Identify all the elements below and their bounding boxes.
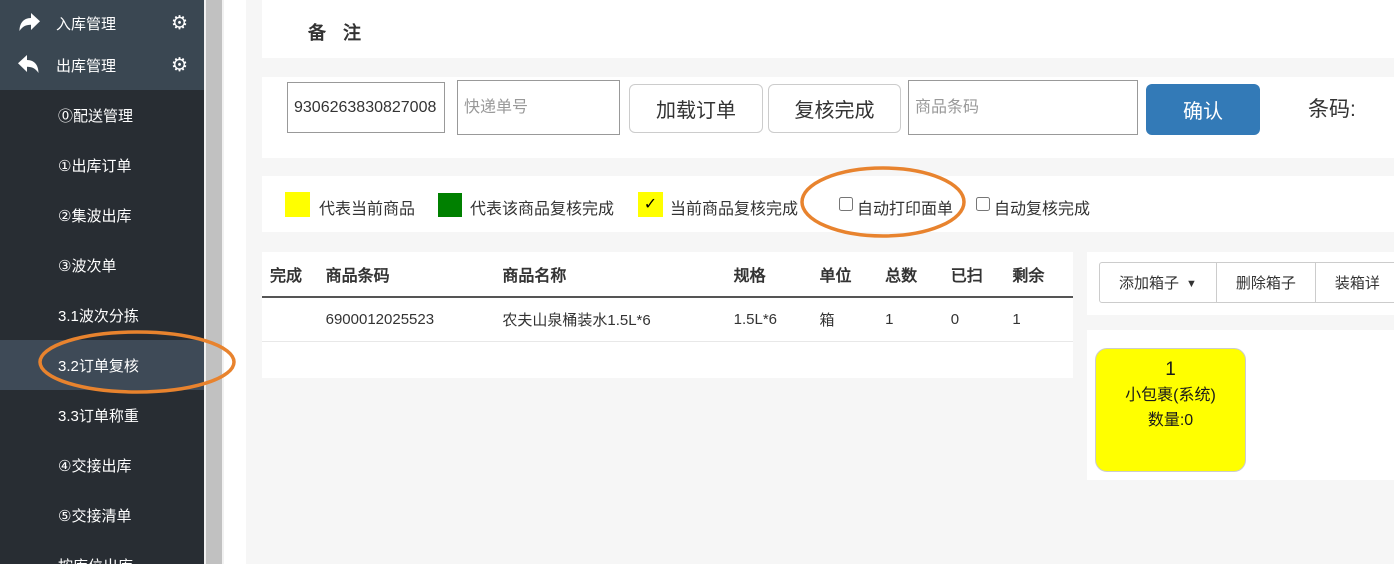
gear-icon[interactable]: ⚙ [171,13,188,33]
sidebar-item-order-review[interactable]: 3.2订单复核 [0,340,204,390]
col-spec: 规格 [733,252,820,298]
col-total: 总数 [885,252,951,298]
vertical-scrollbar[interactable] [204,0,224,564]
package-box-number: 1 [1165,359,1176,380]
legend-swatch-current-yellow [285,192,310,217]
legend-swatch-current-done-check: ✓ [638,192,663,217]
sidebar-item-order-weighing[interactable]: 3.3订单称重 [0,390,204,440]
sidebar-item-outbound-order[interactable]: ①出库订单 [0,140,204,190]
col-remaining: 剩余 [1012,252,1073,298]
content-wrapper: 备 注 加载订单 复核完成 确认 条码: 代表当前商品 代表该商品复核完成 ✓ … [246,0,1394,564]
table-header-row: 完成 商品条码 商品名称 规格 单位 总数 已扫 剩余 [262,252,1073,298]
auto-print-checkbox[interactable] [839,197,853,211]
legend-panel: 代表当前商品 代表该商品复核完成 ✓ 当前商品复核完成 自动打印面单 自动复核完… [262,176,1394,232]
sidebar-item-handover-outbound[interactable]: ④交接出库 [0,440,204,490]
col-name: 商品名称 [502,252,734,298]
confirm-button[interactable]: 确认 [1146,84,1260,135]
package-box-name: 小包裹(系统) [1125,387,1216,404]
package-box-1[interactable]: 1 小包裹(系统) 数量:0 [1095,348,1246,472]
sidebar-item-wave-outbound[interactable]: ②集波出库 [0,190,204,240]
share-icon [16,12,42,34]
toolbar-panel: 加载订单 复核完成 确认 条码: [262,77,1394,158]
package-box-panel: 1 小包裹(系统) 数量:0 [1087,330,1394,480]
sidebar: 入库管理 ⚙ 出库管理 ⚙ ⓪配送管理 ①出库订单 ②集波出库 ③波次单 3.1… [0,0,204,564]
sidebar-item-outbound-by-location[interactable]: 按库位出库 [0,540,204,564]
product-barcode-input[interactable] [908,80,1138,135]
scrollbar-thumb[interactable] [206,0,222,564]
col-done: 完成 [262,252,326,298]
sidebar-section-label: 出库管理 [56,57,117,75]
legend-swatch-done-green [438,193,462,217]
cell-remaining: 1 [1012,297,1073,342]
col-barcode: 商品条码 [325,252,503,298]
add-box-button[interactable]: 添加箱子 ▼ [1099,262,1217,303]
table-row[interactable]: 6900012025523 农夫山泉桶装水1.5L*6 1.5L*6 箱 1 0… [262,297,1073,342]
barcode-label: 条码: [1308,98,1356,121]
reply-icon [16,54,42,76]
cell-done [262,297,326,342]
cell-name: 农夫山泉桶装水1.5L*6 [502,297,734,342]
product-table-panel: 完成 商品条码 商品名称 规格 单位 总数 已扫 剩余 690001202552… [262,252,1073,378]
remarks-panel: 备 注 [262,0,1394,58]
box-actions-panel: 添加箱子 ▼ 删除箱子 装箱详 [1087,252,1394,315]
delete-box-button[interactable]: 删除箱子 [1215,262,1316,303]
sidebar-section-inbound[interactable]: 入库管理 ⚙ [0,2,204,44]
col-unit: 单位 [819,252,886,298]
legend-label-current: 代表当前商品 [319,201,416,218]
package-box-qty: 数量:0 [1147,412,1194,429]
box-button-group: 添加箱子 ▼ 删除箱子 装箱详 [1099,262,1394,303]
load-order-button[interactable]: 加载订单 [629,84,763,133]
sidebar-item-wave-list[interactable]: ③波次单 [0,240,204,290]
legend-label-current-done: 当前商品复核完成 [670,201,799,218]
order-number-input[interactable] [287,82,445,133]
cell-spec: 1.5L*6 [733,297,820,342]
col-scanned: 已扫 [950,252,1013,298]
sidebar-section-label: 入库管理 [56,15,117,33]
cell-barcode: 6900012025523 [325,297,503,342]
legend-label-done: 代表该商品复核完成 [470,201,615,218]
remarks-title: 备 注 [308,23,368,43]
main-area: 备 注 加载订单 复核完成 确认 条码: 代表当前商品 代表该商品复核完成 ✓ … [224,0,1394,564]
sidebar-item-delivery-management[interactable]: ⓪配送管理 [0,90,204,140]
auto-print-label[interactable]: 自动打印面单 [857,195,953,219]
product-table: 完成 商品条码 商品名称 规格 单位 总数 已扫 剩余 690001202552… [262,252,1073,342]
sidebar-item-handover-list[interactable]: ⑤交接清单 [0,490,204,540]
courier-number-input[interactable] [457,80,620,135]
auto-review-label[interactable]: 自动复核完成 [994,195,1090,219]
chevron-down-icon: ▼ [1186,278,1197,290]
cell-total: 1 [885,297,951,342]
gear-icon[interactable]: ⚙ [171,55,188,75]
sidebar-menu: ⓪配送管理 ①出库订单 ②集波出库 ③波次单 3.1波次分拣 3.2订单复核 3… [0,90,204,564]
sidebar-item-wave-sorting[interactable]: 3.1波次分拣 [0,290,204,340]
auto-review-checkbox[interactable] [976,197,990,211]
box-detail-button[interactable]: 装箱详 [1314,262,1394,303]
cell-unit: 箱 [819,297,886,342]
sidebar-header-group: 入库管理 ⚙ 出库管理 ⚙ [0,0,204,90]
cell-scanned: 0 [950,297,1013,342]
sidebar-section-outbound[interactable]: 出库管理 ⚙ [0,44,204,86]
review-complete-button[interactable]: 复核完成 [768,84,901,133]
